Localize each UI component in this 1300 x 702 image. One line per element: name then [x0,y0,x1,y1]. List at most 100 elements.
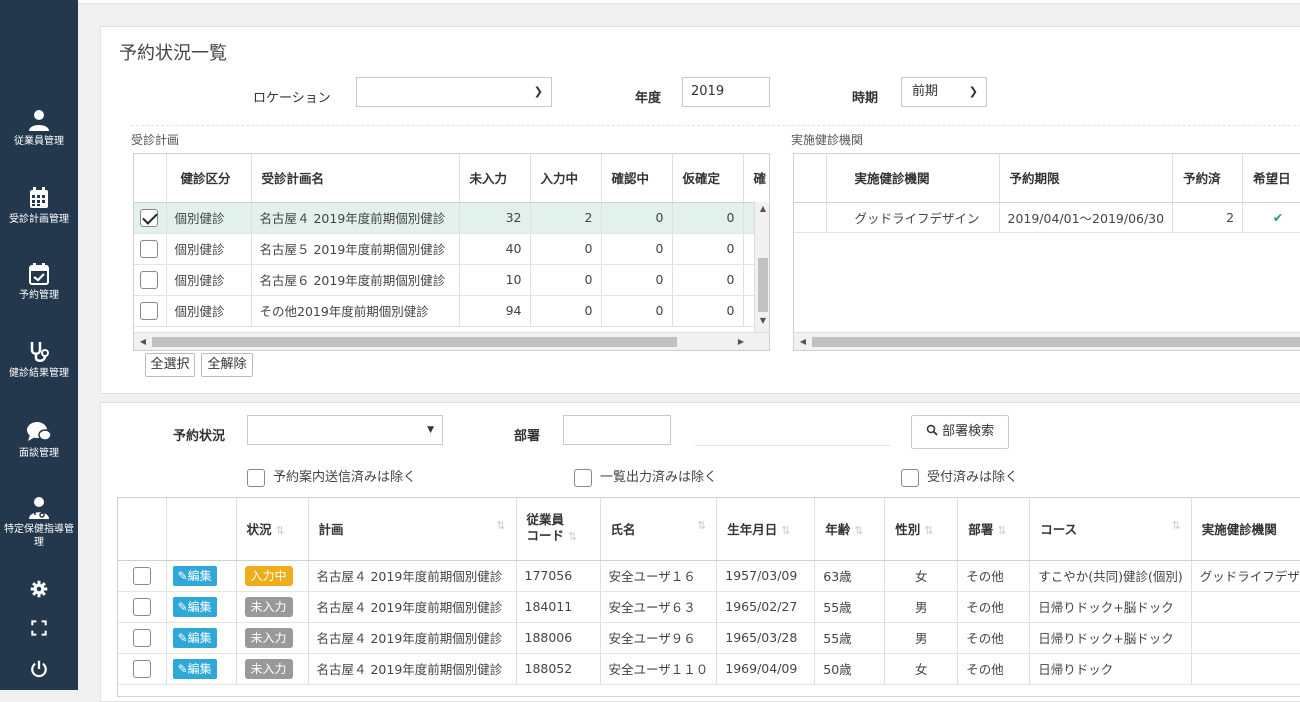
status-badge: 未入力 [244,627,293,648]
edit-button[interactable]: ✎編集 [172,596,217,617]
sort-icon: ⇅ [496,519,506,533]
chat-icon [27,422,52,441]
col-entering[interactable]: 入力中 [530,154,602,203]
col-department[interactable]: 部署 ⇅ [957,498,1031,561]
col-provisional[interactable]: 仮確定 [672,154,744,203]
sidebar-item-health-guidance[interactable]: 特定保健指導管理 [0,496,78,549]
col-preferred-date[interactable]: 希望日 [1242,154,1300,203]
exclude-exported-checkbox[interactable]: 一覧出力済みは除く [574,466,717,487]
sidebar-item-label: 面談管理 [19,448,59,459]
check-icon: ✔ [1242,202,1300,233]
row-checkbox[interactable] [140,301,158,320]
expand-icon [31,620,47,636]
col-category[interactable]: 健診区分 [166,154,252,203]
table-row[interactable]: 個別健診 その他2019年度前期個別健診 94 0 0 0 [134,295,769,327]
sort-icon: ⇅ [275,524,285,538]
logout-button[interactable] [0,660,78,682]
main-area: 予約状況一覧 ロケーション ❯ 年度 2019 時期 前期 ❯ 受診計画 実施健… [78,0,1300,702]
row-checkbox[interactable] [140,208,158,227]
select-all-button[interactable]: 全選択 [145,353,195,377]
sort-icon: ⇅ [568,530,578,544]
scroll-down-icon[interactable]: ▼ [756,316,769,325]
year-input[interactable]: 2019 [682,77,770,107]
col-plan-name[interactable]: 受診計画名 [251,154,460,203]
edit-button[interactable]: ✎編集 [172,658,217,679]
edit-button[interactable]: ✎編集 [172,565,217,586]
sort-icon: ⇅ [924,524,934,538]
plan-vscrollbar[interactable]: ▲ ▼ [754,202,769,332]
department-label: 部署 [514,429,541,444]
institution-section-title: 実施健診機関 [791,133,864,147]
col-not-entered[interactable]: 未入力 [459,154,531,203]
col-institution[interactable]: 実施健診機関 [826,154,1000,203]
sort-icon: ⇅ [781,524,791,538]
row-checkbox[interactable] [132,597,151,616]
row-checkbox[interactable] [132,566,151,585]
col-plan[interactable]: 計画 ⇅ [308,498,517,561]
reservation-status-select[interactable]: ▼ [247,415,443,445]
sidebar-item-reservations[interactable]: 予約管理 [0,262,78,302]
row-checkbox[interactable] [140,239,158,258]
sidebar-item-label: 受診計画管理 [9,214,69,225]
col-sex[interactable]: 性別 ⇅ [884,498,959,561]
top-bar [78,0,1300,4]
col-institution[interactable]: 実施健診機関 [1191,498,1300,561]
reservation-status-label: 予約状況 [173,429,226,444]
power-icon [31,660,47,678]
col-status[interactable]: 状況 ⇅ [236,498,309,561]
col-reserved[interactable]: 予約済 [1172,154,1244,203]
scroll-left-icon[interactable]: ◀ [136,337,150,346]
sort-icon: ⇅ [854,524,864,538]
department-input[interactable] [563,415,671,445]
sidebar-item-interviews[interactable]: 面談管理 [0,420,78,460]
exclude-received-checkbox[interactable]: 受付済みは除く [901,466,1018,487]
table-row[interactable]: 個別健診 名古屋４ 2019年度前期個別健診 32 2 0 0 [134,202,769,234]
deselect-all-button[interactable]: 全解除 [201,353,253,377]
plan-hscrollbar[interactable]: ◀ ▶ [134,332,769,350]
sidebar-item-employees[interactable]: 従業員管理 [0,108,78,148]
col-birthdate[interactable]: 生年月日 ⇅ [716,498,816,561]
scroll-thumb[interactable] [152,337,677,347]
table-row[interactable]: 個別健診 名古屋６ 2019年度前期個別健診 10 0 0 0 [134,264,769,296]
plan-section-title: 受診計画 [131,133,180,147]
col-age[interactable]: 年齢 ⇅ [814,498,886,561]
scroll-right-icon[interactable]: ▶ [734,337,748,346]
col-deadline[interactable]: 予約期限 [999,154,1174,203]
edit-button[interactable]: ✎編集 [172,627,217,648]
row-checkbox[interactable] [132,628,151,647]
table-row[interactable]: ✎編集 未入力 名古屋４ 2019年度前期個別健診 184011 安全ユーザ６３… [118,591,1300,623]
table-row[interactable]: ✎編集 未入力 名古屋４ 2019年度前期個別健診 188006 安全ユーザ９６… [118,622,1300,654]
stethoscope-icon [30,342,49,362]
scroll-up-icon[interactable]: ▲ [756,204,769,213]
scroll-left-icon[interactable]: ◀ [796,337,810,346]
period-select[interactable]: 前期 ❯ [901,77,987,107]
col-checking[interactable]: 確認中 [601,154,673,203]
status-badge: 未入力 [244,596,293,617]
department-search-button[interactable]: 部署検索 [911,415,1009,449]
col-name[interactable]: 氏名 ⇅ [600,498,718,561]
col-course[interactable]: コース ⇅ [1029,498,1192,561]
row-checkbox[interactable] [132,659,151,678]
row-checkbox[interactable] [140,270,158,289]
table-row[interactable]: 個別健診 名古屋５ 2019年度前期個別健診 40 0 0 0 [134,233,769,265]
sidebar-item-results[interactable]: 健診結果管理 [0,340,78,380]
calendar-grid-icon [30,187,48,208]
institution-hscrollbar[interactable]: ◀ [794,332,1300,350]
search-icon [926,424,938,436]
status-badge: 入力中 [244,565,293,586]
scroll-thumb[interactable] [758,258,768,312]
settings-button[interactable] [0,580,78,602]
fullscreen-button[interactable] [0,620,78,640]
chevron-down-icon: ❯ [968,85,978,98]
col-employee-code[interactable]: 従業員 コード ⇅ [516,498,601,561]
table-row[interactable]: ✎編集 入力中 名古屋４ 2019年度前期個別健診 177056 安全ユーザ１６… [118,560,1300,592]
scroll-thumb[interactable] [812,337,1300,347]
table-row[interactable]: ✎編集 未入力 名古屋４ 2019年度前期個別健診 188052 安全ユーザ１１… [118,653,1300,685]
sidebar-item-plans[interactable]: 受診計画管理 [0,186,78,226]
chevron-down-icon: ❯ [533,85,543,98]
exclude-sent-checkbox[interactable]: 予約案内送信済みは除く [247,466,416,487]
location-select[interactable]: ❯ [356,77,552,107]
status-badge: 未入力 [244,658,293,679]
table-row[interactable]: グッドライフデザイン 2019/04/01～2019/06/30 2 ✔ [794,202,1300,233]
col-confirmed[interactable]: 確 [743,154,769,203]
